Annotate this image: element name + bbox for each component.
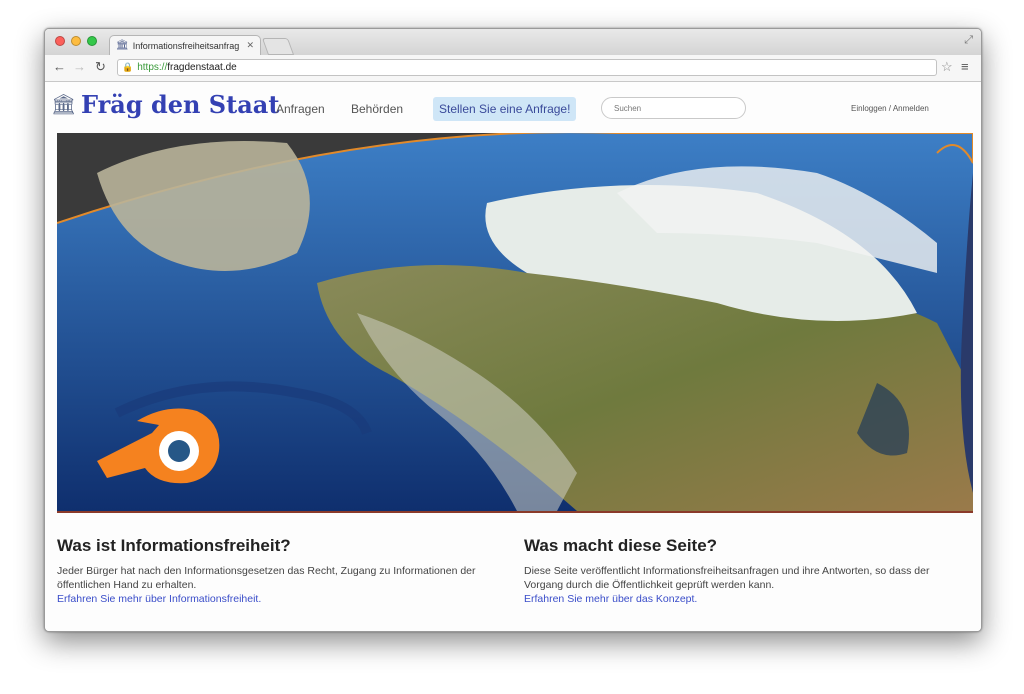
info-text-left: Jeder Bürger hat nach den Informationsge… <box>57 565 476 591</box>
site-logo[interactable]: Fräg den Staat <box>81 90 279 119</box>
login-link[interactable]: Einloggen / Anmelden <box>851 104 929 113</box>
hamburger-menu-icon[interactable]: ≡ <box>961 59 969 74</box>
info-column-right: Was macht diese Seite? Diese Seite veröf… <box>524 536 944 606</box>
web-page: 🏛 Fräg den Staat Anfragen Behörden Stell… <box>45 82 981 631</box>
url-host: fragdenstaat.de <box>167 62 237 73</box>
back-arrow-icon[interactable]: ← <box>53 59 66 74</box>
info-column-left: Was ist Informationsfreiheit? Jeder Bürg… <box>57 536 477 606</box>
nav-behoerden[interactable]: Behörden <box>351 102 403 116</box>
browser-toolbar: ← → ↻ 🔒 https:// fragdenstaat.de ☆ ≡ <box>45 55 981 82</box>
request-button[interactable]: Stellen Sie eine Anfrage! <box>433 97 577 121</box>
info-text-right: Diese Seite veröffentlicht Informationsf… <box>524 565 930 591</box>
forward-arrow-icon[interactable]: → <box>73 59 86 74</box>
browser-tab[interactable]: 🏛 Informationsfreiheitsanfrag ✕ <box>109 35 261 55</box>
info-link-right[interactable]: Erfahren Sie mehr über das Konzept. <box>524 592 944 606</box>
search-input[interactable] <box>601 97 746 119</box>
hero-image <box>57 133 973 513</box>
building-icon[interactable]: 🏛 <box>51 92 76 117</box>
info-link-left[interactable]: Erfahren Sie mehr über Informationsfreih… <box>57 592 477 606</box>
building-icon: 🏛 <box>116 40 129 51</box>
terrain-globe-render <box>57 133 973 511</box>
minimize-window-button[interactable] <box>71 36 81 46</box>
site-navbar: 🏛 Fräg den Staat Anfragen Behörden Stell… <box>45 82 981 130</box>
url-scheme: https:// <box>137 62 168 73</box>
tab-title: Informationsfreiheitsanfrag <box>132 40 240 51</box>
info-heading-right: Was macht diese Seite? <box>524 536 718 555</box>
window-controls <box>55 36 97 46</box>
lock-icon: 🔒 <box>122 62 134 72</box>
new-tab-button[interactable] <box>261 38 295 55</box>
reload-icon[interactable]: ↻ <box>95 59 106 75</box>
close-tab-icon[interactable]: ✕ <box>246 40 254 51</box>
zoom-window-button[interactable] <box>87 36 97 46</box>
bookmark-star-icon[interactable]: ☆ <box>941 59 953 75</box>
address-bar[interactable]: 🔒 https:// fragdenstaat.de <box>117 59 937 76</box>
close-window-button[interactable] <box>55 36 65 46</box>
browser-window: 🏛 Informationsfreiheitsanfrag ✕ ⤢ ← → ↻ … <box>44 28 982 632</box>
info-heading-left: Was ist Informationsfreiheit? <box>57 536 291 555</box>
nav-anfragen[interactable]: Anfragen <box>276 102 325 116</box>
fullscreen-icon[interactable]: ⤢ <box>964 34 973 47</box>
tab-strip: 🏛 Informationsfreiheitsanfrag ✕ ⤢ <box>45 29 981 55</box>
